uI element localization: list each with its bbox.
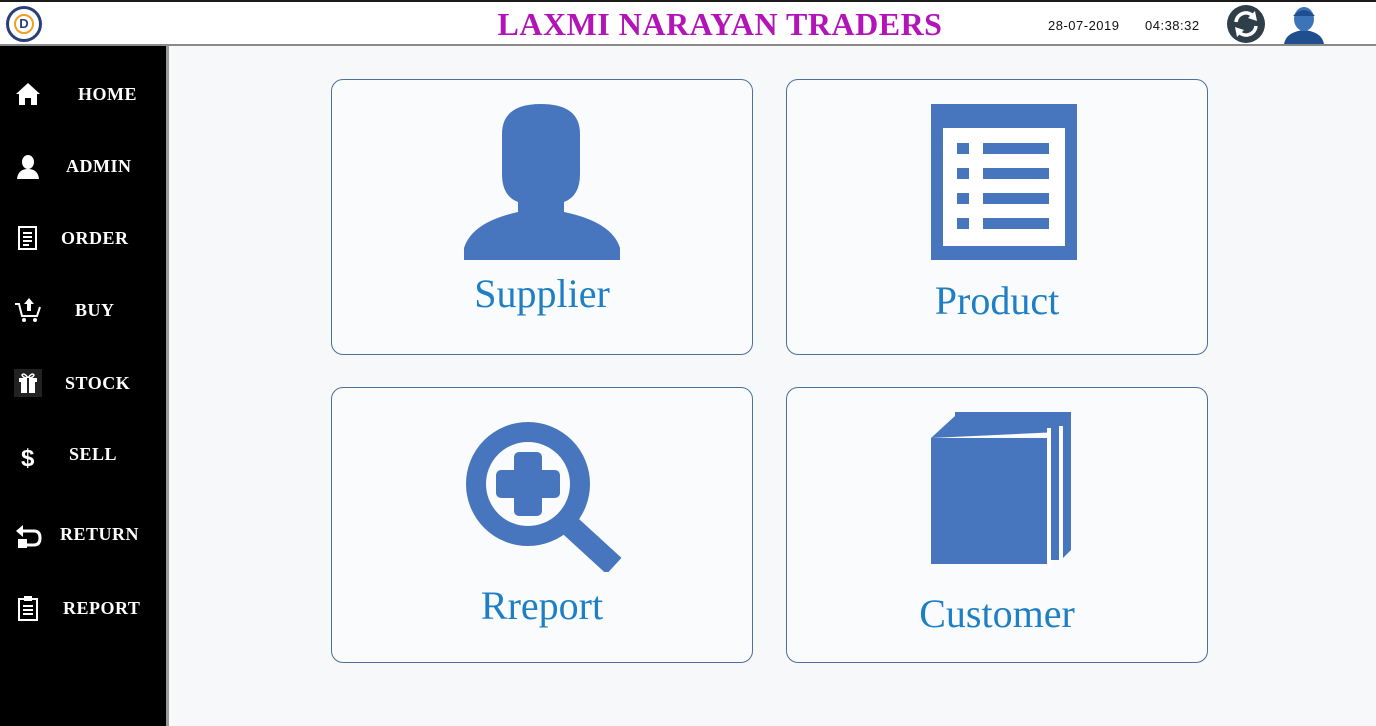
customer-card[interactable]: Customer	[786, 387, 1208, 663]
sidebar-item-return[interactable]: RETURN	[0, 512, 166, 560]
dashboard-area: Supplier Product Rreport Customer	[166, 46, 1376, 726]
refresh-icon	[1227, 5, 1265, 43]
report-card-label: Rreport	[480, 583, 604, 628]
app-logo: D	[6, 6, 42, 42]
sidebar-nav: HOME ADMIN ORDER BUY STOCK $ SELL RETURN…	[0, 46, 166, 726]
logo-letter: D	[14, 14, 34, 34]
sidebar-item-label: STOCK	[65, 373, 131, 393]
sidebar-item-label: SELL	[69, 444, 118, 464]
supplier-card[interactable]: Supplier	[331, 79, 753, 355]
order-document-icon	[18, 226, 37, 250]
home-icon	[16, 83, 40, 105]
header-bar: D LAXMI NARAYAN TRADERS 28-07-2019 04:38…	[0, 0, 1376, 46]
clipboard-icon	[18, 596, 38, 621]
svg-text:$: $	[21, 445, 35, 470]
product-card-label: Product	[934, 278, 1060, 323]
sidebar-item-label: REPORT	[63, 598, 141, 618]
user-profile-button[interactable]	[1280, 4, 1328, 44]
stock-box-icon	[14, 369, 42, 397]
report-card[interactable]: Rreport	[331, 387, 753, 663]
sidebar-item-label: BUY	[75, 300, 115, 320]
supplier-card-label: Supplier	[474, 271, 610, 316]
sidebar-item-label: ORDER	[61, 228, 129, 248]
cart-upload-icon	[15, 298, 41, 322]
sidebar-item-home[interactable]: HOME	[0, 70, 166, 118]
customer-card-label: Customer	[919, 591, 1075, 636]
app-title: LAXMI NARAYAN TRADERS	[497, 6, 943, 42]
sidebar-item-order[interactable]: ORDER	[0, 214, 166, 262]
magnifier-plus-icon	[466, 422, 622, 572]
sidebar-item-label: ADMIN	[66, 156, 132, 176]
list-document-icon	[931, 104, 1077, 260]
product-card[interactable]: Product	[786, 79, 1208, 355]
sidebar-item-stock[interactable]: STOCK	[0, 359, 166, 407]
book-icon	[931, 412, 1071, 568]
refresh-button[interactable]	[1224, 4, 1268, 44]
admin-user-icon	[17, 155, 39, 179]
current-time: 04:38:32	[1145, 18, 1200, 33]
sidebar-item-admin[interactable]: ADMIN	[0, 142, 166, 190]
sidebar-item-label: RETURN	[60, 524, 140, 544]
sidebar-item-buy[interactable]: BUY	[0, 286, 166, 334]
sidebar-item-sell[interactable]: $ SELL	[0, 432, 166, 480]
dollar-icon: $	[21, 445, 35, 470]
sidebar-item-report[interactable]: REPORT	[0, 584, 166, 632]
return-icon	[16, 525, 42, 548]
user-avatar-icon	[1284, 7, 1324, 44]
sidebar-item-label: HOME	[78, 84, 137, 104]
person-silhouette-icon	[464, 104, 620, 260]
current-date: 28-07-2019	[1048, 18, 1120, 33]
